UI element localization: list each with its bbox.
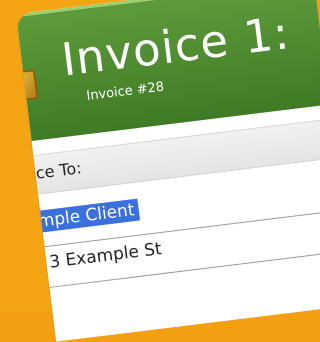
app-logo-icon [16,69,39,102]
page-title: Invoice 1: [58,6,293,87]
client-name-field[interactable]: ample Client [22,198,140,235]
invoice-number: Invoice #28 [85,79,165,104]
invoice-body: oice To: ample Client 3 Example St [21,102,320,342]
page-frame: Invoice 1: Invoice #28 oice To: ample Cl… [0,0,320,342]
address-text: 3 Example St [48,239,163,273]
invoice-window: Invoice 1: Invoice #28 oice To: ample Cl… [16,0,320,342]
invoice-to-label: oice To: [20,158,83,185]
